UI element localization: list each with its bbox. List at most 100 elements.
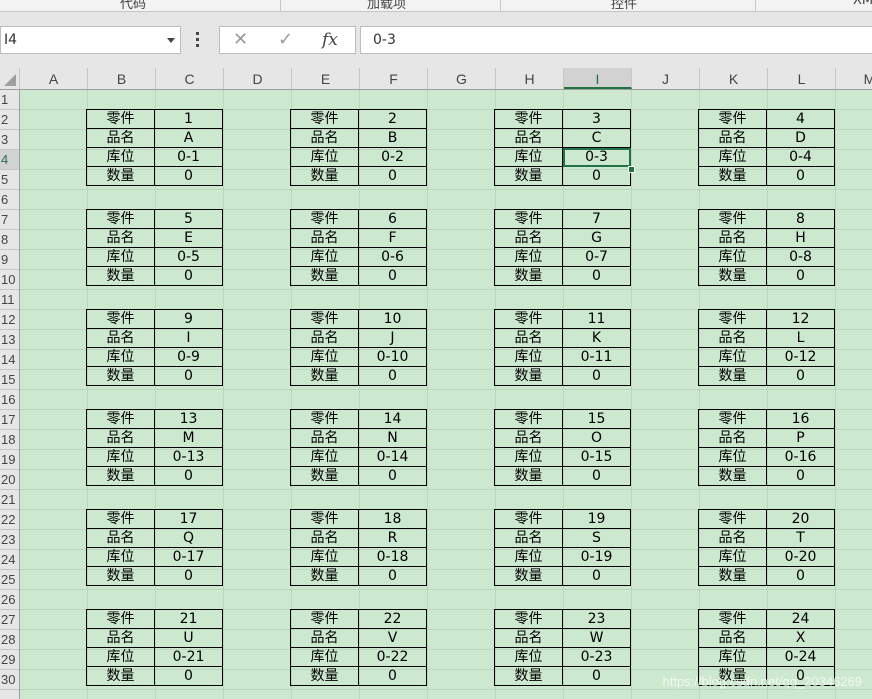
cell-value[interactable]: W	[562, 628, 631, 648]
cell-label[interactable]: 品名	[86, 628, 155, 648]
cell-value[interactable]: 15	[562, 409, 631, 429]
cell-label[interactable]: 库位	[494, 247, 563, 267]
cell-value[interactable]: 22	[358, 609, 427, 629]
cell-value[interactable]: V	[358, 628, 427, 648]
cell-label[interactable]: 零件	[86, 609, 155, 629]
column-header-e[interactable]: E	[292, 68, 360, 89]
cell-value[interactable]: 24	[766, 609, 835, 629]
cell-label[interactable]: 库位	[290, 647, 359, 667]
cell-value[interactable]: 0	[562, 666, 631, 686]
cell-label[interactable]: 零件	[290, 109, 359, 129]
row-header-12[interactable]: 12	[0, 310, 19, 330]
cell-label[interactable]: 零件	[494, 409, 563, 429]
formula-value[interactable]: 0-3	[373, 32, 396, 48]
cell-label[interactable]: 零件	[494, 109, 563, 129]
cell-value[interactable]: 20	[766, 509, 835, 529]
cell-value[interactable]: N	[358, 428, 427, 448]
cell-value[interactable]: 0	[766, 366, 835, 386]
cell-value[interactable]: 0-4	[766, 147, 835, 167]
cell-label[interactable]: 库位	[698, 647, 767, 667]
cell-label[interactable]: 品名	[698, 228, 767, 248]
row-header-17[interactable]: 17	[0, 410, 19, 430]
cell-value[interactable]: 0-1	[154, 147, 223, 167]
cell-value[interactable]: 0-21	[154, 647, 223, 667]
cell-value[interactable]: 0	[766, 266, 835, 286]
more-vertical-icon[interactable]	[196, 32, 200, 48]
cell-value[interactable]: 0-23	[562, 647, 631, 667]
cell-value[interactable]: 0	[154, 566, 223, 586]
row-header-9[interactable]: 9	[0, 250, 19, 270]
row-header-1[interactable]: 1	[0, 90, 19, 110]
cell-label[interactable]: 数量	[494, 666, 563, 686]
cell-label[interactable]: 库位	[494, 347, 563, 367]
row-header-14[interactable]: 14	[0, 350, 19, 370]
cell-label[interactable]: 数量	[290, 566, 359, 586]
row-header-23[interactable]: 23	[0, 530, 19, 550]
column-header-d[interactable]: D	[224, 68, 292, 89]
cell-label[interactable]: 数量	[290, 366, 359, 386]
cell-label[interactable]: 数量	[86, 566, 155, 586]
row-header-4[interactable]: 4	[0, 150, 19, 170]
cell-label[interactable]: 品名	[290, 128, 359, 148]
column-header-g[interactable]: G	[428, 68, 496, 89]
cell-value[interactable]: 0	[154, 366, 223, 386]
row-header-15[interactable]: 15	[0, 370, 19, 390]
cell-value[interactable]: 14	[358, 409, 427, 429]
cell-value[interactable]: 7	[562, 209, 631, 229]
cell-value[interactable]: 0-22	[358, 647, 427, 667]
cell-label[interactable]: 库位	[86, 647, 155, 667]
cell-value[interactable]: 0-24	[766, 647, 835, 667]
cell-value[interactable]: T	[766, 528, 835, 548]
cell-value[interactable]: U	[154, 628, 223, 648]
row-header-27[interactable]: 27	[0, 610, 19, 630]
cell-value[interactable]: 0	[358, 366, 427, 386]
cell-label[interactable]: 数量	[86, 466, 155, 486]
cell-value[interactable]: 0-11	[562, 347, 631, 367]
cell-value[interactable]: 0-12	[766, 347, 835, 367]
row-header-18[interactable]: 18	[0, 430, 19, 450]
cell-value[interactable]: G	[562, 228, 631, 248]
cell-label[interactable]: 库位	[494, 147, 563, 167]
cell-label[interactable]: 库位	[698, 547, 767, 567]
column-header-a[interactable]: A	[20, 68, 88, 89]
cell-value[interactable]: 5	[154, 209, 223, 229]
cell-value[interactable]: 0	[154, 466, 223, 486]
cell-value[interactable]: 19	[562, 509, 631, 529]
cell-value[interactable]: 13	[154, 409, 223, 429]
cell-value[interactable]: 0	[562, 266, 631, 286]
selected-cell[interactable]: 0-3	[562, 147, 631, 167]
cell-value[interactable]: 6	[358, 209, 427, 229]
cell-label[interactable]: 数量	[698, 166, 767, 186]
cell-label[interactable]: 数量	[698, 366, 767, 386]
cell-label[interactable]: 零件	[494, 509, 563, 529]
cell-value[interactable]: M	[154, 428, 223, 448]
cell-value[interactable]: 12	[766, 309, 835, 329]
cell-value[interactable]: S	[562, 528, 631, 548]
row-header-26[interactable]: 26	[0, 590, 19, 610]
cell-value[interactable]: 4	[766, 109, 835, 129]
name-box-value[interactable]: I4	[4, 32, 17, 48]
cell-value[interactable]: 0	[562, 566, 631, 586]
cell-label[interactable]: 库位	[86, 247, 155, 267]
cell-value[interactable]: 0-18	[358, 547, 427, 567]
cell-label[interactable]: 库位	[698, 347, 767, 367]
cell-value[interactable]: 10	[358, 309, 427, 329]
cell-label[interactable]: 数量	[290, 266, 359, 286]
cell-value[interactable]: 0-16	[766, 447, 835, 467]
cell-label[interactable]: 品名	[290, 228, 359, 248]
cell-label[interactable]: 零件	[290, 409, 359, 429]
worksheet-grid[interactable]: 零件 1 品名 A 库位 0-1 数量 0 零件 2 品名 B 库位 0-2 数量 0 零件 3 品名 C 库位 0-3 数…	[20, 90, 872, 699]
cell-label[interactable]: 数量	[290, 166, 359, 186]
cell-label[interactable]: 品名	[86, 528, 155, 548]
cell-value[interactable]: 16	[766, 409, 835, 429]
cell-label[interactable]: 库位	[290, 247, 359, 267]
cell-value[interactable]: 8	[766, 209, 835, 229]
cell-label[interactable]: 零件	[698, 409, 767, 429]
row-header-30[interactable]: 30	[0, 670, 19, 690]
cell-label[interactable]: 品名	[698, 428, 767, 448]
cell-value[interactable]: 0	[358, 166, 427, 186]
cell-label[interactable]: 数量	[86, 166, 155, 186]
cell-label[interactable]: 品名	[698, 128, 767, 148]
cell-label[interactable]: 数量	[86, 366, 155, 386]
cell-value[interactable]: P	[766, 428, 835, 448]
